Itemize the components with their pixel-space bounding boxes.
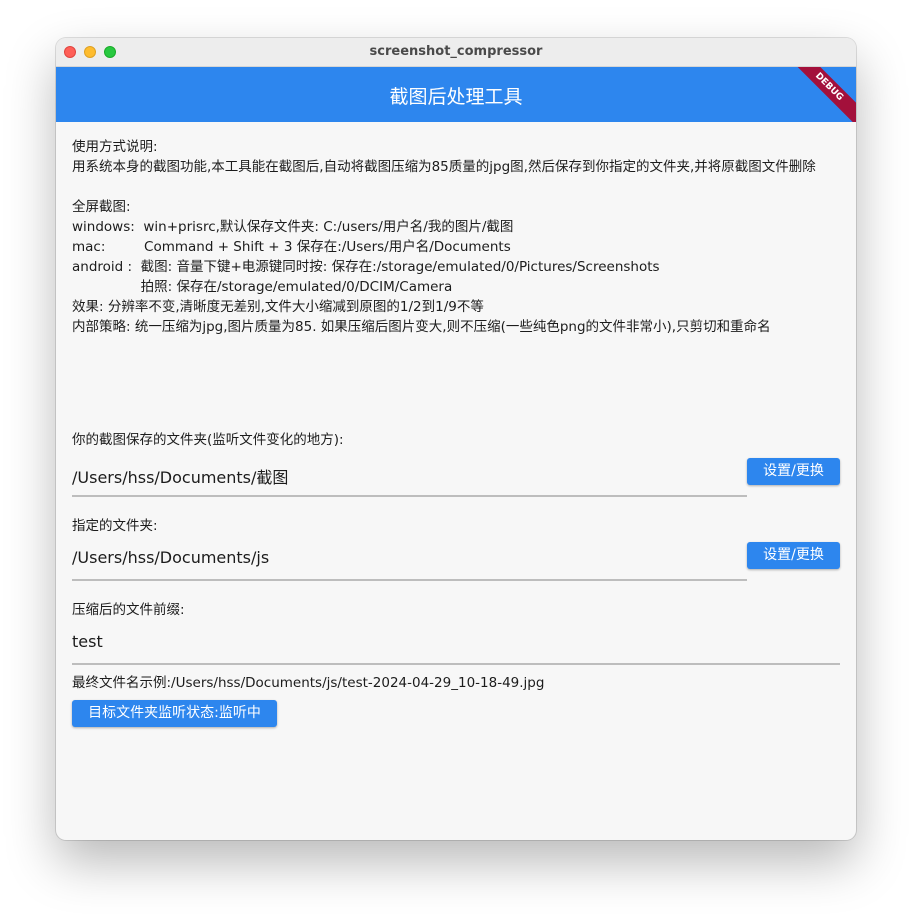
target-folder-label: 指定的文件夹: bbox=[72, 518, 158, 534]
prefix-underline bbox=[72, 663, 840, 665]
set-source-folder-button[interactable]: 设置/更换 bbox=[747, 458, 840, 485]
app-bar-title: 截图后处理工具 bbox=[389, 86, 523, 108]
fullscreen-heading: 全屏截图: bbox=[72, 199, 131, 215]
window-titlebar[interactable]: screenshot_compressor bbox=[56, 38, 856, 67]
mac-instruction: mac: Command + Shift + 3 保存在:/Users/用户名/… bbox=[72, 239, 511, 255]
source-folder-label: 你的截图保存的文件夹(监听文件变化的地方): bbox=[72, 432, 344, 448]
app-bar: 截图后处理工具 DEBUG bbox=[56, 67, 856, 122]
effect-description: 效果: 分辨率不变,清晰度无差别,文件大小缩减到原图的1/2到1/9不等 bbox=[72, 299, 484, 315]
target-folder-field[interactable]: /Users/hss/Documents/js bbox=[72, 548, 269, 567]
set-target-folder-button[interactable]: 设置/更换 bbox=[747, 542, 840, 569]
windows-instruction: windows: win+prisrc,默认保存文件夹: C:/users/用户… bbox=[72, 219, 514, 235]
strategy-description: 内部策略: 统一压缩为jpg,图片质量为85. 如果压缩后图片变大,则不压缩(一… bbox=[72, 319, 771, 335]
instructions-heading: 使用方式说明: bbox=[72, 139, 158, 155]
prefix-label: 压缩后的文件前缀: bbox=[72, 602, 185, 618]
window-title: screenshot_compressor bbox=[369, 44, 543, 59]
filename-example: 最终文件名示例:/Users/hss/Documents/js/test-202… bbox=[72, 675, 545, 691]
android-instruction: android : 截图: 音量下键+电源键同时按: 保存在:/storage/… bbox=[72, 259, 660, 275]
android-camera-instruction: 拍照: 保存在/storage/emulated/0/DCIM/Camera bbox=[72, 279, 453, 295]
source-folder-field[interactable]: /Users/hss/Documents/截图 bbox=[72, 464, 288, 488]
prefix-input[interactable]: test bbox=[72, 632, 103, 651]
app-window: screenshot_compressor 截图后处理工具 DEBUG 使用方式… bbox=[56, 38, 856, 840]
instructions-block: 使用方式说明: 用系统本身的截图功能,本工具能在截图后,自动将截图压缩为85质量… bbox=[72, 137, 840, 337]
target-folder-underline bbox=[72, 579, 747, 581]
instructions-description: 用系统本身的截图功能,本工具能在截图后,自动将截图压缩为85质量的jpg图,然后… bbox=[72, 159, 816, 175]
main-content: 使用方式说明: 用系统本身的截图功能,本工具能在截图后,自动将截图压缩为85质量… bbox=[72, 122, 840, 727]
monitor-status-button[interactable]: 目标文件夹监听状态:监听中 bbox=[72, 700, 277, 727]
source-folder-underline bbox=[72, 495, 747, 497]
